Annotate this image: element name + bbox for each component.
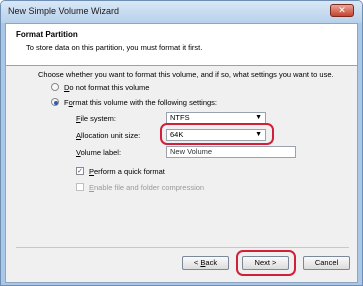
wizard-client-area: Format Partition To store data on this p… bbox=[5, 23, 358, 283]
intro-text: Choose whether you want to format this v… bbox=[38, 70, 334, 79]
quick-format-checkbox[interactable]: ✓ bbox=[76, 167, 84, 175]
highlight-next bbox=[236, 250, 296, 276]
page-subtitle: To store data on this partition, you mus… bbox=[26, 43, 203, 52]
file-system-label: File system: bbox=[76, 114, 117, 123]
chevron-down-icon: ▼ bbox=[255, 114, 262, 121]
radio-button-on[interactable] bbox=[51, 98, 59, 106]
window-title: New Simple Volume Wizard bbox=[8, 6, 120, 16]
compression-label: Enable file and folder compression bbox=[89, 182, 205, 192]
radio-format-volume[interactable]: Format this volume with the following se… bbox=[51, 97, 217, 107]
wizard-window: New Simple Volume Wizard ✕ Format Partit… bbox=[0, 0, 363, 286]
page-title: Format Partition bbox=[16, 30, 78, 39]
footer-separator bbox=[16, 247, 349, 248]
close-button[interactable]: ✕ bbox=[330, 4, 354, 17]
radio-label-do-not-format: Do not format this volume bbox=[64, 82, 150, 92]
volume-label-label: Volume label: bbox=[76, 148, 122, 157]
volume-label-input[interactable]: New Volume bbox=[166, 146, 296, 158]
wizard-header: Format Partition To store data on this p… bbox=[6, 24, 357, 66]
file-system-value: NTFS bbox=[170, 113, 190, 122]
title-bar: New Simple Volume Wizard ✕ bbox=[1, 1, 362, 23]
cancel-button[interactable]: Cancel bbox=[303, 256, 350, 270]
quick-format-checkbox-row[interactable]: ✓ Perform a quick format bbox=[76, 166, 165, 176]
compression-checkbox[interactable] bbox=[76, 183, 84, 191]
back-button[interactable]: < Back bbox=[182, 256, 229, 270]
highlight-allocation bbox=[160, 123, 274, 145]
compression-checkbox-row[interactable]: Enable file and folder compression bbox=[76, 182, 204, 192]
radio-do-not-format[interactable]: Do not format this volume bbox=[51, 82, 149, 92]
quick-format-label: Perform a quick format bbox=[89, 166, 165, 176]
radio-button-off[interactable] bbox=[51, 83, 59, 91]
allocation-unit-label: Allocation unit size: bbox=[76, 131, 141, 140]
radio-label-format: Format this volume with the following se… bbox=[64, 97, 217, 107]
